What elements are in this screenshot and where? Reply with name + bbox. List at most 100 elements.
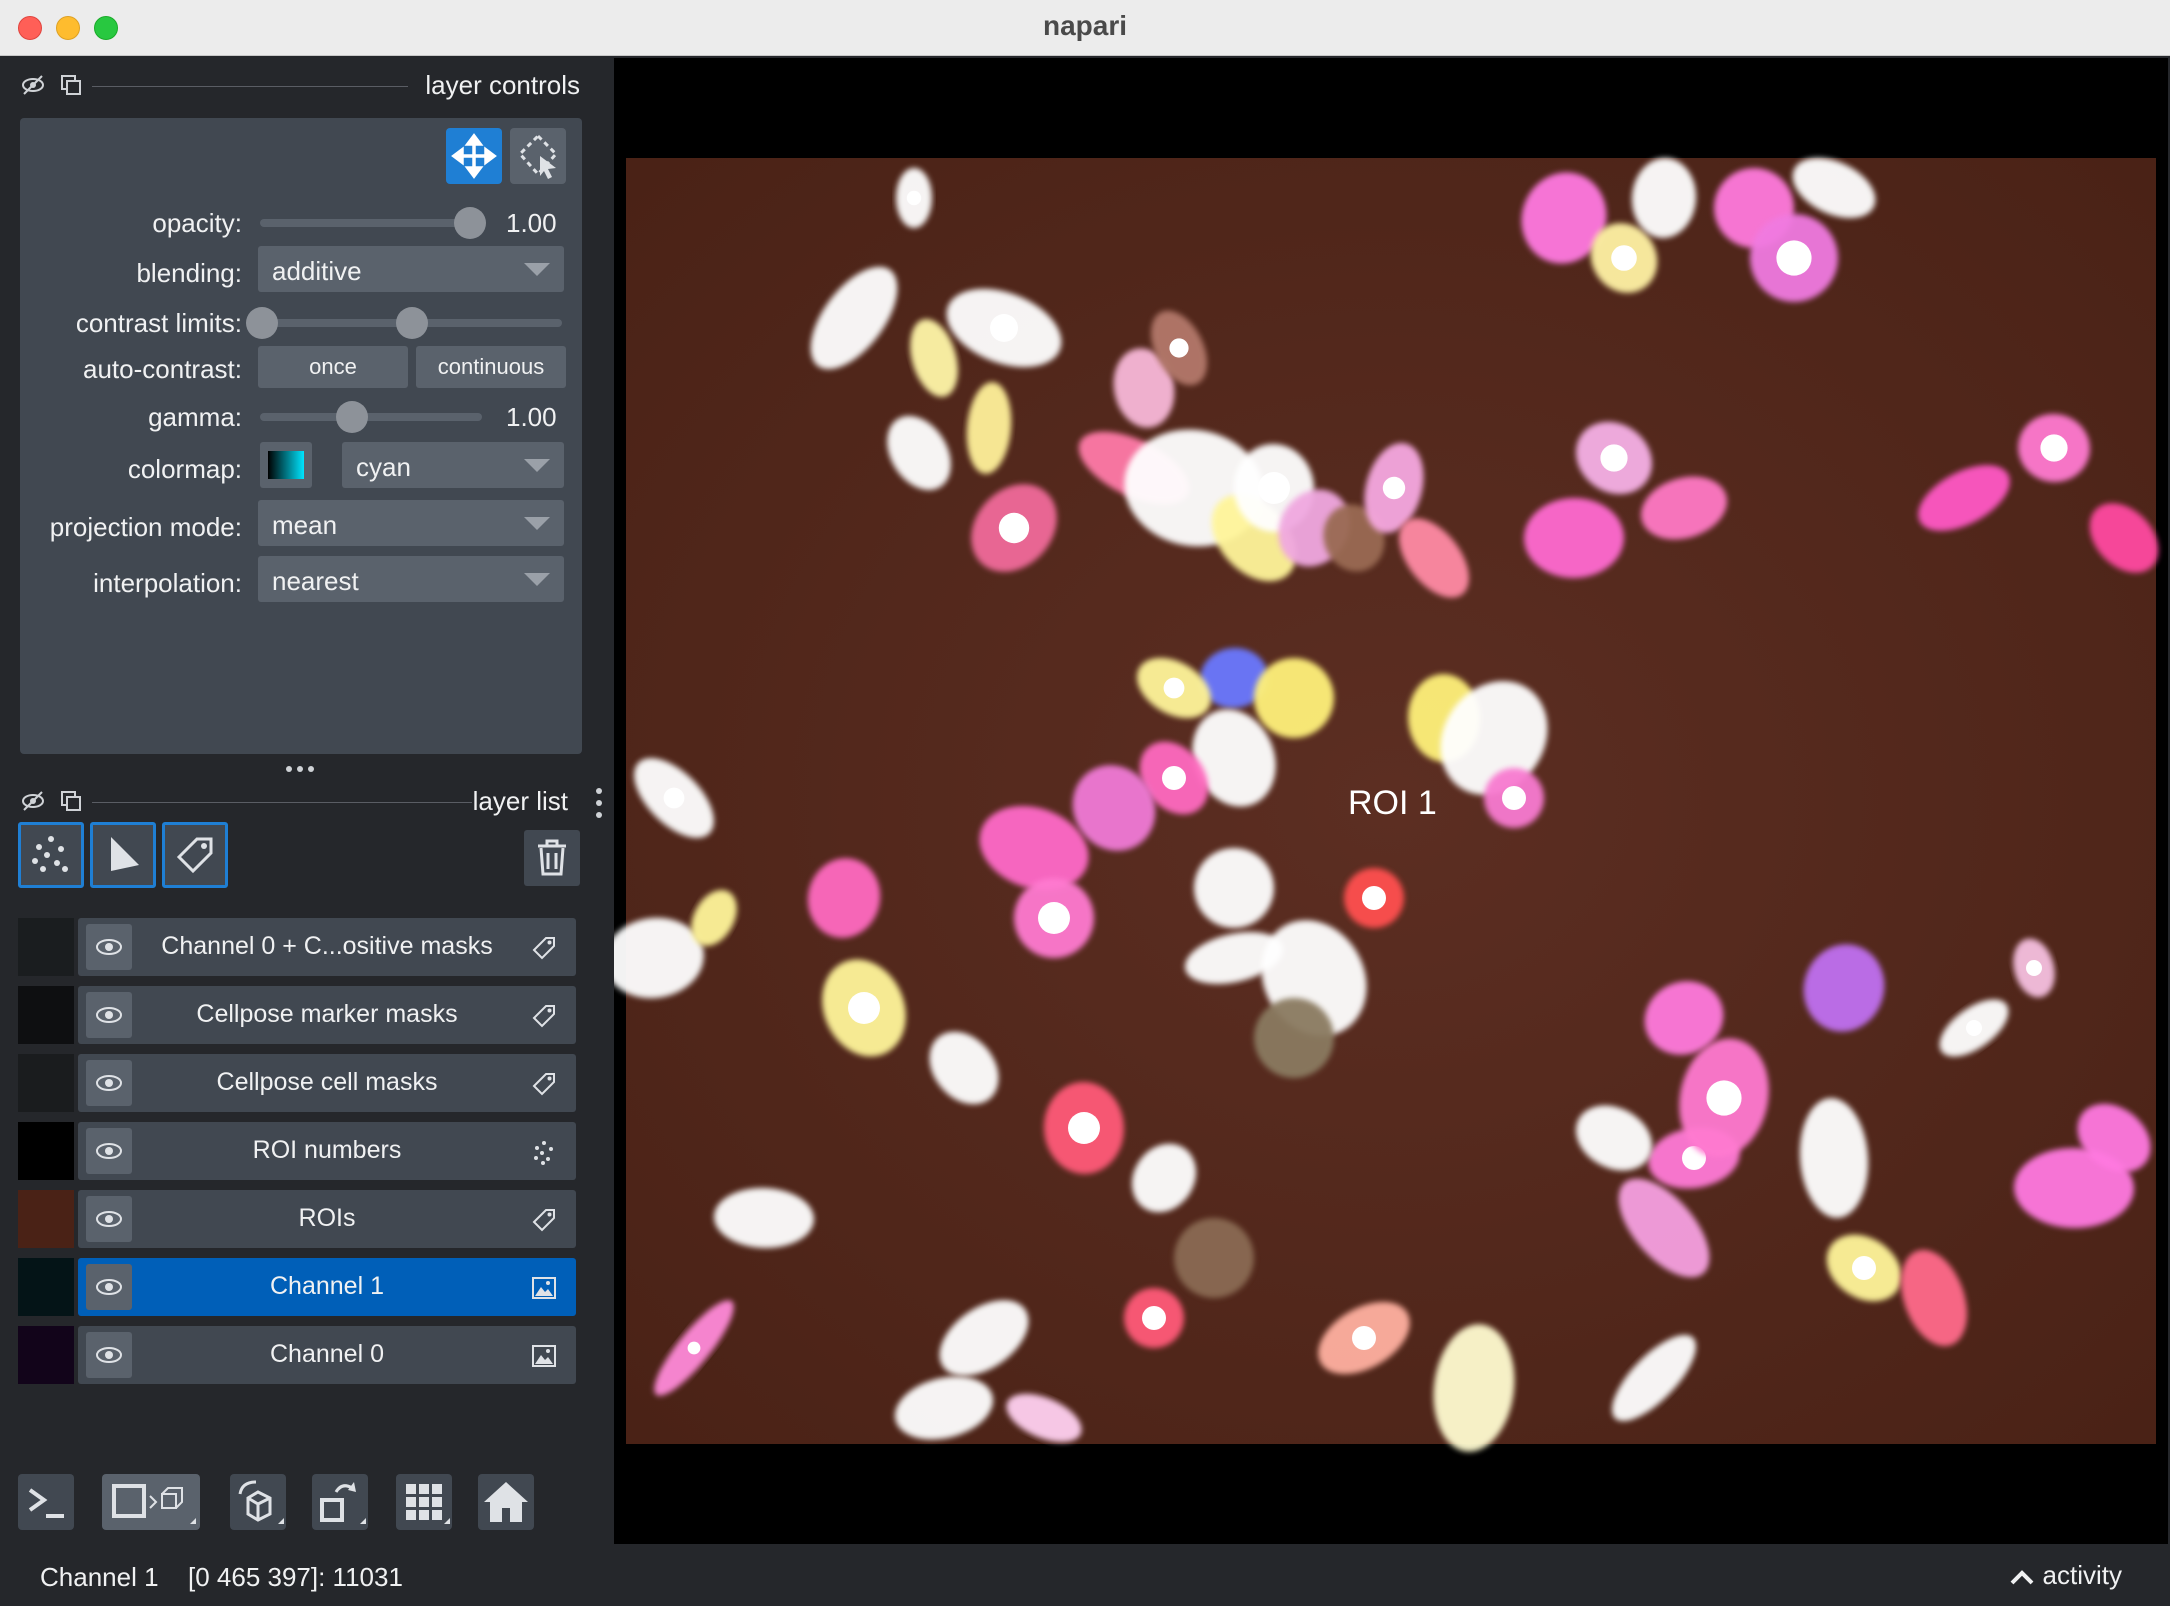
dock-splitter-handle[interactable] [282, 762, 318, 774]
layer-row[interactable]: ROI numbers [18, 1122, 576, 1180]
pan-zoom-mode-button[interactable] [510, 128, 566, 184]
layer-row[interactable]: Cellpose cell masks [18, 1054, 576, 1112]
layer-row[interactable]: Channel 0 [18, 1326, 576, 1384]
reset-view-button[interactable] [478, 1474, 534, 1530]
layer-list-title: layer list [472, 786, 568, 816]
image-icon [532, 1277, 556, 1299]
layer-visibility-toggle[interactable] [86, 1128, 132, 1174]
layer-row[interactable]: Cellpose marker masks [18, 986, 576, 1044]
gamma-slider-track[interactable] [260, 413, 482, 421]
eye-icon [96, 939, 122, 955]
layer-name-box[interactable]: Cellpose marker masks [78, 986, 576, 1044]
contrast-limits-high-handle[interactable] [396, 307, 428, 339]
float-panel-icon[interactable] [58, 72, 84, 98]
cell-nucleus [1776, 240, 1812, 276]
cell-nucleus [1600, 444, 1628, 472]
cell-nucleus [1163, 677, 1185, 699]
chevron-down-icon [524, 263, 550, 276]
projection-mode-select[interactable]: mean [258, 500, 564, 546]
trash-icon [538, 839, 566, 876]
status-bar: Channel 1 [0 465 397]: 11031 activity [0, 1544, 2170, 1606]
ndisplay-toggle-icon [112, 1484, 196, 1524]
status-layer-name: Channel 1 [40, 1562, 159, 1592]
layer-name: Cellpose marker masks [196, 1000, 458, 1028]
console-button[interactable] [18, 1474, 74, 1530]
colormap-select[interactable]: cyan [342, 442, 564, 488]
cell-nucleus [663, 787, 685, 809]
move-arrows-icon [451, 133, 497, 179]
roi-number-label: ROI 1 [1348, 784, 1437, 822]
new-points-layer-button[interactable] [18, 822, 84, 888]
layer-name-box[interactable]: Channel 0 [78, 1326, 576, 1384]
transform-mode-button[interactable] [446, 128, 502, 184]
layer-visibility-toggle[interactable] [86, 924, 132, 970]
vertical-more-icon[interactable] [594, 786, 604, 820]
eye-icon [96, 1007, 122, 1023]
points-icon [534, 1141, 553, 1165]
new-shapes-layer-button[interactable] [90, 822, 156, 888]
layer-visibility-toggle[interactable] [86, 1196, 132, 1242]
labels-icon [532, 937, 555, 960]
auto-contrast-once-button[interactable]: once [258, 346, 408, 388]
projection-mode-value: mean [272, 510, 338, 540]
layer-name: ROI numbers [252, 1136, 402, 1164]
opacity-slider-track[interactable] [260, 219, 480, 227]
layer-name-box[interactable]: ROI numbers [78, 1122, 576, 1180]
roll-dims-icon [238, 1480, 284, 1524]
chevron-down-icon [524, 517, 550, 530]
cell-nucleus [1169, 338, 1189, 358]
new-points-icon [32, 836, 68, 872]
layer-thumbnail [18, 1122, 74, 1180]
cell-nucleus [1382, 476, 1406, 500]
new-labels-icon [176, 837, 213, 874]
gamma-slider-handle[interactable] [336, 401, 368, 433]
auto-contrast-continuous-button[interactable]: continuous [416, 346, 566, 388]
layer-row[interactable]: Channel 0 + C...ositive masks [18, 918, 576, 976]
new-labels-layer-button[interactable] [162, 822, 228, 888]
status-coordinates: [0 465 397]: 11031 [188, 1562, 403, 1592]
projection-mode-label: projection mode: [49, 512, 242, 542]
cell-nucleus [1611, 245, 1637, 271]
layer-name-box[interactable]: Channel 0 + C...ositive masks [78, 918, 576, 976]
layer-visibility-toggle[interactable] [86, 992, 132, 1038]
eye-closed-icon[interactable] [20, 72, 46, 98]
layer-list-header: layer list [20, 780, 580, 824]
layer-name-box[interactable]: Cellpose cell masks [78, 1054, 576, 1112]
grid-view-button[interactable] [396, 1474, 452, 1530]
auto-contrast-label: auto-contrast: [83, 354, 242, 384]
delete-layer-button[interactable] [524, 830, 580, 886]
float-panel-icon[interactable] [58, 788, 84, 814]
opacity-slider-handle[interactable] [454, 207, 486, 239]
layer-name-box[interactable]: ROIs [78, 1190, 576, 1248]
opacity-value: 1.00 [506, 208, 557, 238]
blending-select[interactable]: additive [258, 246, 564, 292]
transpose-button[interactable] [312, 1474, 368, 1530]
roll-dims-button[interactable] [230, 1474, 286, 1530]
layer-controls-panel: opacity: 1.00 blending: additive contras… [20, 118, 582, 754]
cell-nucleus [1162, 766, 1186, 790]
cell-nucleus [998, 512, 1030, 544]
labels-icon [532, 1073, 555, 1096]
window-titlebar: napari [0, 0, 2170, 56]
eye-icon [96, 1075, 122, 1091]
cell-nucleus [906, 190, 922, 206]
eye-icon [96, 1211, 122, 1227]
cell-nucleus [1352, 1326, 1376, 1350]
colormap-swatch-button[interactable] [260, 442, 312, 488]
opacity-label: opacity: [152, 208, 242, 238]
layer-visibility-toggle[interactable] [86, 1060, 132, 1106]
layer-thumbnail [18, 1054, 74, 1112]
ndisplay-toggle-button[interactable] [102, 1474, 200, 1530]
viewer-canvas[interactable]: ROI 1 [604, 58, 2168, 1544]
layer-name: ROIs [298, 1204, 356, 1232]
interpolation-select[interactable]: nearest [258, 556, 564, 602]
contrast-limits-low-handle[interactable] [246, 307, 278, 339]
layer-name-box[interactable]: Channel 1 [78, 1258, 576, 1316]
layer-row[interactable]: Channel 1 [18, 1258, 576, 1316]
layer-row[interactable]: ROIs [18, 1190, 576, 1248]
activity-button[interactable]: activity [2009, 1560, 2122, 1591]
cell-nucleus [1966, 1020, 1982, 1036]
layer-visibility-toggle[interactable] [86, 1264, 132, 1310]
layer-visibility-toggle[interactable] [86, 1332, 132, 1378]
eye-closed-icon[interactable] [20, 788, 46, 814]
